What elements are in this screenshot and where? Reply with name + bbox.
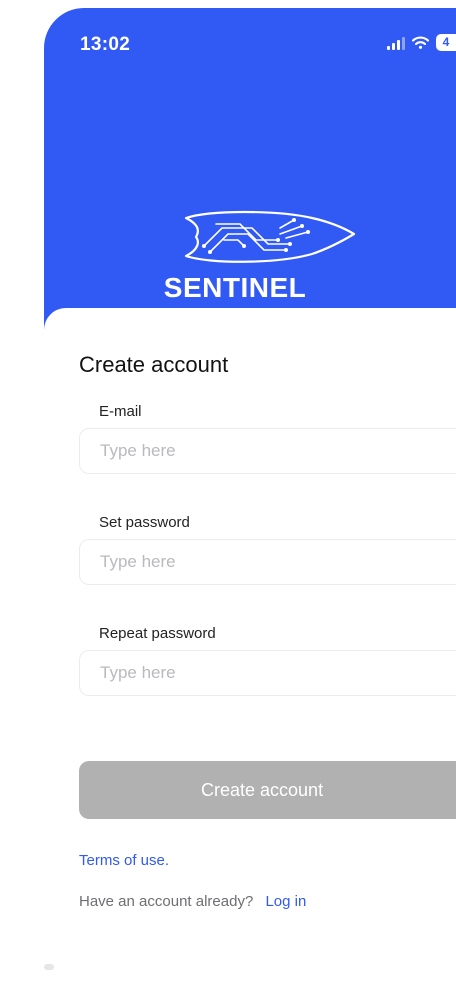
status-icons: 4: [387, 34, 456, 51]
phone-screen: 13:02 4 SENTINEL Create account E-mail T…: [44, 8, 456, 984]
login-link[interactable]: Log in: [265, 893, 306, 910]
email-label: E-mail: [99, 403, 142, 420]
status-bar: 13:02 4: [44, 8, 456, 68]
have-account-text: Have an account already?: [79, 893, 254, 910]
battery-icon: 4: [436, 34, 456, 51]
sentinel-logo-icon: [184, 210, 356, 263]
repeat-password-label: Repeat password: [99, 625, 216, 642]
set-password-label: Set password: [99, 514, 190, 531]
brand-name: SENTINEL: [163, 272, 307, 303]
page-title: Create account: [79, 352, 229, 377]
login-prompt: Have an account already? Log in: [79, 893, 306, 910]
create-account-button[interactable]: Create account: [79, 761, 456, 819]
signal-icon: [387, 36, 405, 50]
status-time: 13:02: [80, 34, 131, 55]
wifi-icon: [412, 36, 429, 49]
email-field[interactable]: [79, 428, 456, 474]
set-password-field[interactable]: [79, 539, 456, 585]
repeat-password-field[interactable]: [79, 650, 456, 696]
home-indicator: [44, 964, 54, 970]
hero-header: 13:02 4 SENTINEL: [44, 8, 456, 338]
terms-of-use-link[interactable]: Terms of use.: [79, 852, 169, 869]
signup-form: Create account E-mail Set password Repea…: [44, 308, 456, 984]
